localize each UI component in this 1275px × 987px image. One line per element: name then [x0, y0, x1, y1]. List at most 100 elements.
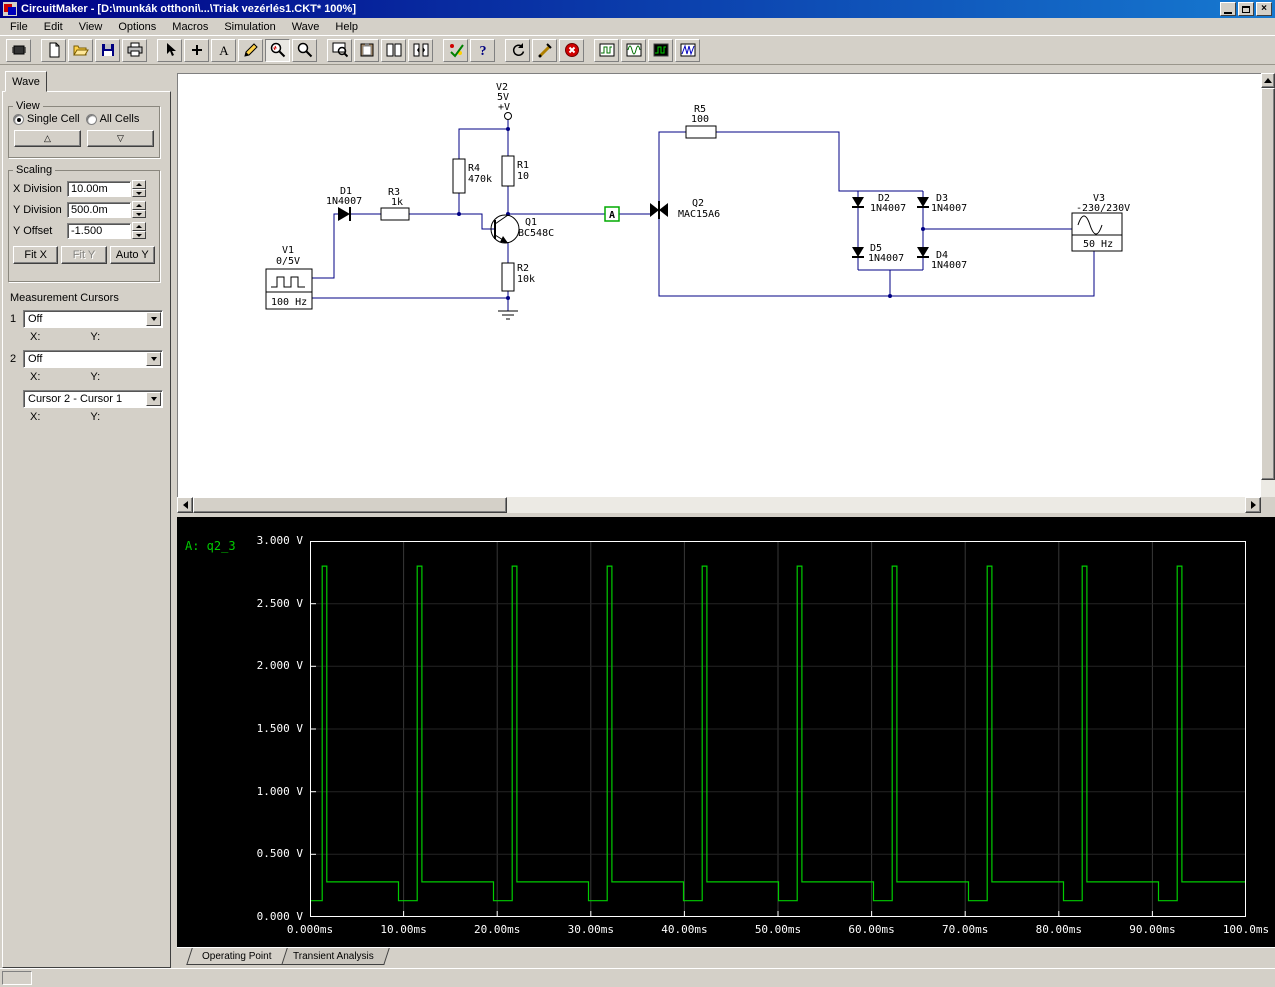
probe-a[interactable]: A [604, 206, 620, 222]
wave-scale-down-button[interactable]: ▽ [87, 130, 154, 147]
waveform-plot[interactable]: A: q2_3 3.000 V 2.500 V 2.000 V 1.500 V 1.00… [177, 517, 1275, 947]
svg-text:R4: R4 [468, 163, 480, 174]
component-q2[interactable]: Q2 MAC15A6 [650, 198, 720, 220]
component-d1[interactable]: D1 1N4007 [326, 186, 362, 221]
component-d5[interactable]: D5 1N4007 [852, 243, 904, 264]
component-d3[interactable]: D3 1N4007 [917, 193, 967, 214]
component-r3[interactable]: R3 1k [380, 187, 410, 221]
component-r4[interactable]: R4 470k [452, 158, 492, 194]
cursor2-select[interactable]: Off [23, 350, 163, 368]
menu-item-wave[interactable]: Wave [284, 19, 328, 35]
fit-x-button[interactable]: Fit X [13, 246, 59, 264]
cursor2-value: Off [28, 353, 43, 365]
wire-tool[interactable] [184, 38, 209, 62]
svg-text:Q2: Q2 [692, 198, 704, 209]
svg-text:100 Hz: 100 Hz [271, 297, 307, 308]
menu-item-macros[interactable]: Macros [164, 19, 216, 35]
y-offset-input[interactable] [67, 222, 131, 239]
scroll-left-icon[interactable] [177, 497, 193, 513]
stop-simulation-button[interactable] [559, 38, 584, 62]
menu-item-options[interactable]: Options [110, 19, 164, 35]
component-d2[interactable]: D2 1N4007 [852, 193, 906, 214]
part-browser-button[interactable] [6, 38, 31, 62]
y-division-input[interactable] [67, 201, 131, 218]
cursor1-number: 1 [10, 313, 17, 325]
cursor-delta-dropdown-icon[interactable] [146, 392, 161, 406]
x-axis-label: 100.0ms [1222, 923, 1270, 936]
schematic-area[interactable]: V2 5V +V R4 470k R1 10 D1 1N4007 R3 1k V… [177, 73, 1261, 497]
menu-item-view[interactable]: View [71, 19, 111, 35]
wave-panel: View Single Cell All Cells △ ▽ Scaling X… [2, 91, 171, 968]
tab-wave[interactable]: Wave [5, 71, 47, 92]
print-button[interactable] [122, 38, 147, 62]
x-division-spinner[interactable] [132, 180, 146, 197]
svg-text:1N4007: 1N4007 [870, 203, 906, 214]
zoom-tool[interactable] [292, 38, 317, 62]
cursor1-select[interactable]: Off [23, 310, 163, 328]
horizontal-scroll-thumb[interactable] [193, 497, 507, 513]
component-q1[interactable]: Q1 BC548C [490, 214, 554, 244]
y-division-spinner[interactable] [132, 201, 146, 218]
radio-single-cell[interactable] [13, 113, 24, 125]
radio-all-cells[interactable] [85, 113, 97, 125]
copy-button[interactable] [354, 38, 379, 62]
scope-window-button[interactable] [594, 38, 619, 62]
y-axis-label: 2.000 V [256, 659, 303, 673]
vertical-scroll-thumb[interactable] [1261, 88, 1275, 480]
close-button[interactable]: × [1256, 2, 1272, 16]
signal-window-button[interactable] [675, 38, 700, 62]
component-r5[interactable]: R5 100 [685, 104, 717, 139]
component-r2[interactable]: R2 10k [501, 262, 535, 292]
open-file-button[interactable] [68, 38, 93, 62]
digital-scope-button[interactable] [648, 38, 673, 62]
fit-window-button[interactable] [327, 38, 352, 62]
component-v1[interactable]: V1 0/5V 100 Hz [265, 245, 313, 310]
minimize-button[interactable] [1220, 2, 1236, 16]
component-v3[interactable]: V3 -230/230V 50 Hz [1071, 193, 1130, 252]
svg-text:R1: R1 [517, 160, 529, 171]
cursor-delta-value: Cursor 2 - Cursor 1 [28, 393, 123, 405]
measurement-cursors: Measurement Cursors 1 Off X: Y: 2 Off X:… [3, 288, 170, 430]
scroll-up-icon[interactable] [1261, 73, 1275, 88]
component-d4[interactable]: D4 1N4007 [917, 247, 967, 271]
restore-button[interactable] [1238, 2, 1254, 16]
save-button[interactable] [95, 38, 120, 62]
cursor2-number: 2 [10, 353, 17, 365]
menu-item-file[interactable]: File [2, 19, 36, 35]
all-cells-label: All Cells [99, 113, 140, 125]
run-simulation-button[interactable] [443, 38, 468, 62]
schematic-canvas[interactable]: V2 5V +V R4 470k R1 10 D1 1N4007 R3 1k V… [178, 74, 1262, 498]
tab-operating-point[interactable]: Operating Point [186, 948, 288, 965]
split-view-button[interactable] [381, 38, 406, 62]
waveform-window-button[interactable] [621, 38, 646, 62]
text-tool[interactable]: A [211, 38, 236, 62]
new-file-button[interactable] [41, 38, 66, 62]
clipboard-icon [360, 43, 373, 57]
y-offset-spinner[interactable] [132, 222, 146, 239]
menu-item-edit[interactable]: Edit [36, 19, 71, 35]
pan-view-button[interactable] [408, 38, 433, 62]
select-tool[interactable] [157, 38, 182, 62]
menu-item-help[interactable]: Help [327, 19, 366, 35]
schematic-horizontal-scrollbar[interactable] [177, 497, 1261, 513]
help-button[interactable]: ? [470, 38, 495, 62]
wave-scale-up-button[interactable]: △ [14, 130, 81, 147]
cursor-delta-select[interactable]: Cursor 2 - Cursor 1 [23, 390, 163, 408]
delete-tool[interactable] [238, 38, 263, 62]
panes-icon [386, 43, 401, 57]
cursor2-dropdown-icon[interactable] [146, 352, 161, 366]
scroll-right-icon[interactable] [1245, 497, 1261, 513]
schematic-vertical-scrollbar[interactable] [1261, 73, 1275, 513]
tab-transient-analysis[interactable]: Transient Analysis [276, 948, 390, 965]
auto-y-button[interactable]: Auto Y [109, 246, 155, 264]
menu-item-simulation[interactable]: Simulation [216, 19, 283, 35]
cursor1-dropdown-icon[interactable] [146, 312, 161, 326]
component-v2[interactable]: V2 5V +V [496, 82, 512, 120]
x-division-input[interactable] [67, 180, 131, 197]
component-r1[interactable]: R1 10 [501, 155, 529, 187]
fit-y-button[interactable]: Fit Y [61, 246, 107, 264]
reset-simulation-button[interactable] [505, 38, 530, 62]
probe-tool[interactable] [265, 38, 290, 62]
test-probe-button[interactable] [532, 38, 557, 62]
plot-canvas[interactable] [310, 541, 1246, 917]
